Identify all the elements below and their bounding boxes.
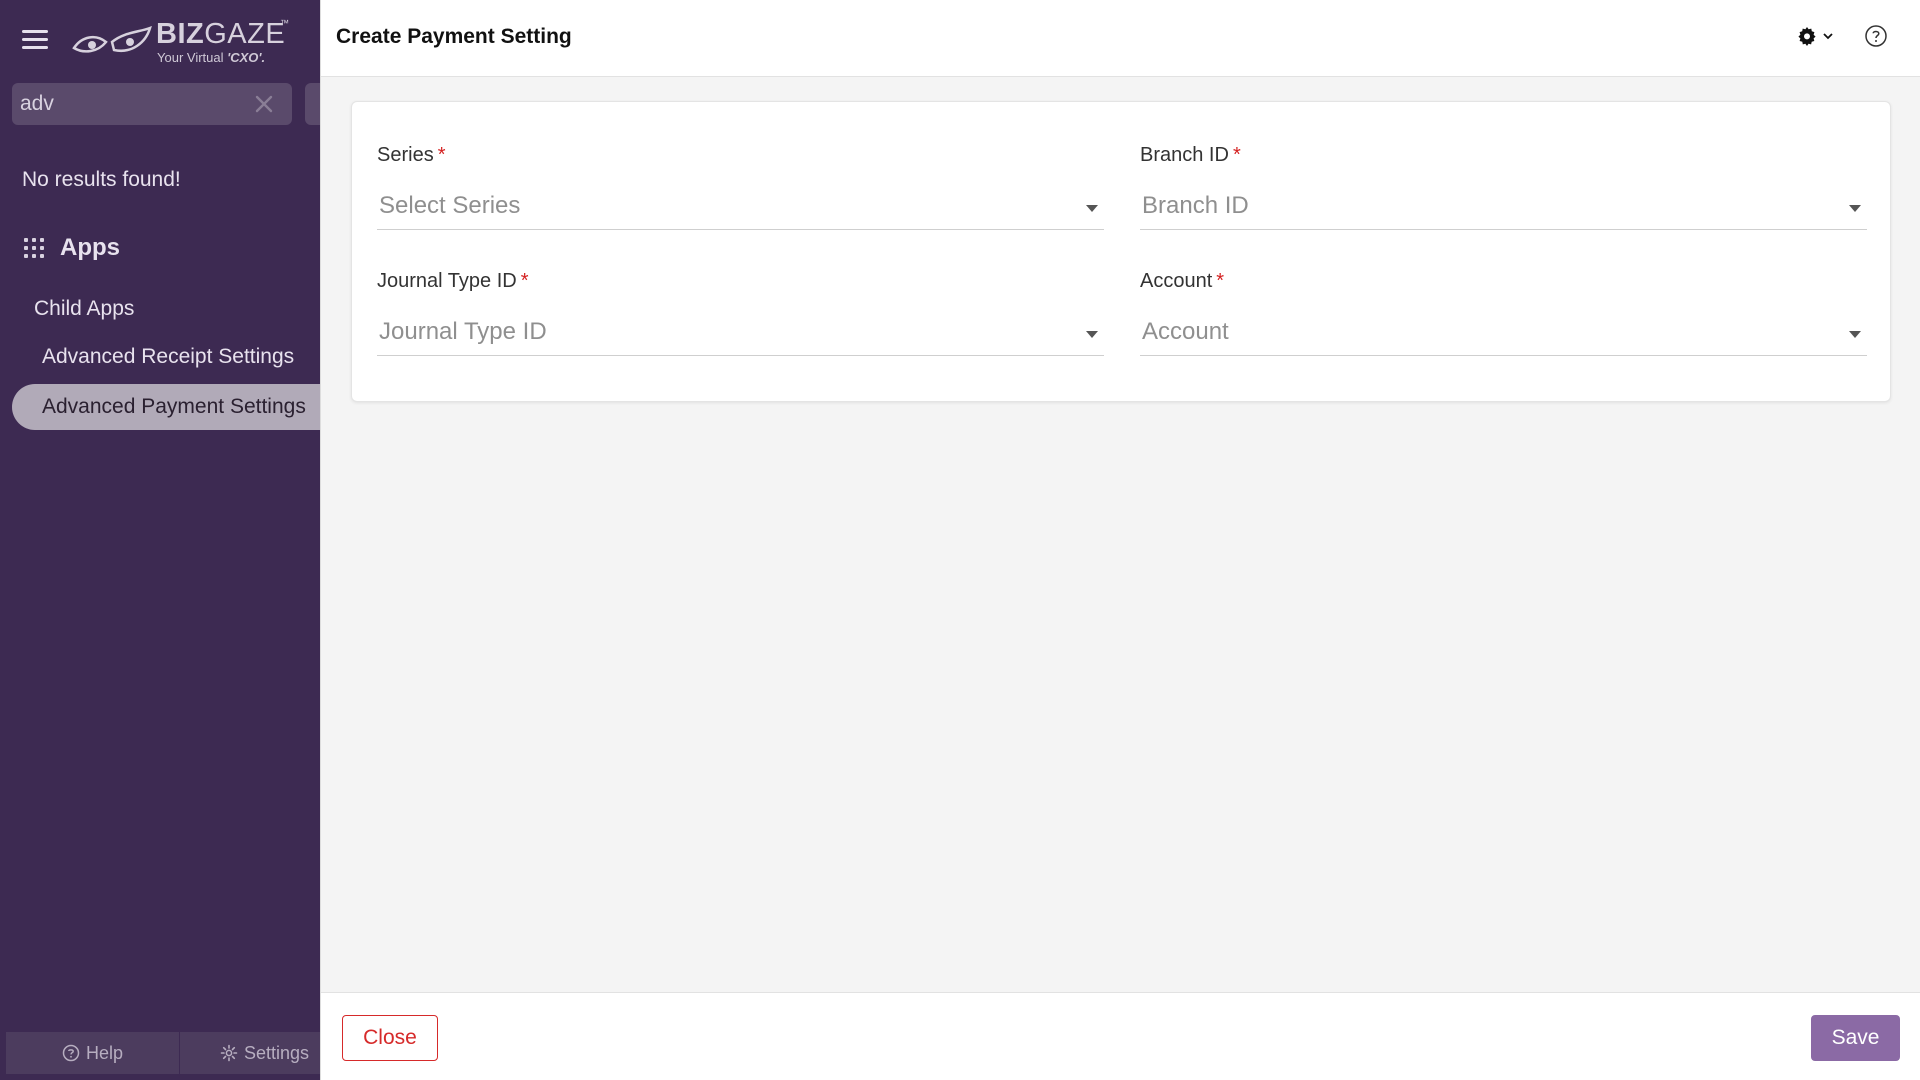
apps-label: Apps [60, 234, 120, 261]
logo-wordmark: BIZGAZE [156, 18, 286, 50]
account-field: Account * Account [1140, 270, 1867, 356]
sidebar-item-advanced-receipt-settings[interactable]: Advanced Receipt Settings [12, 334, 320, 380]
journal-type-id-label: Journal Type ID * [377, 270, 529, 292]
bizgaze-logo[interactable]: BIZGAZE ™ Your Virtual 'CXO'. [72, 18, 302, 68]
branch-id-select[interactable]: Branch ID [1140, 186, 1867, 230]
settings-label: Settings [244, 1042, 310, 1063]
required-marker: * [1232, 144, 1241, 166]
gear-icon [220, 1044, 238, 1062]
logo-trademark: ™ [280, 18, 289, 28]
journal-type-id-field: Journal Type ID * Journal Type ID [377, 270, 1104, 356]
sidebar-item-label: Advanced Receipt Settings [42, 345, 295, 368]
help-label: Help [85, 1042, 124, 1063]
series-label: Series * [377, 144, 446, 166]
series-placeholder: Select Series [379, 192, 521, 219]
apps-grid-icon [24, 238, 44, 258]
caret-down-icon [1849, 331, 1861, 338]
save-button[interactable]: Save [1811, 1015, 1900, 1061]
journal-type-id-placeholder: Journal Type ID [379, 318, 547, 345]
page-header: Create Payment Setting [321, 0, 1920, 77]
settings-dropdown[interactable] [1797, 26, 1835, 46]
settings-button[interactable]: Settings [180, 1032, 320, 1074]
page-title: Create Payment Setting [336, 25, 572, 48]
sidebar-footer: Help Settings [6, 1032, 320, 1074]
required-marker: * [520, 270, 529, 292]
payment-setting-form: Series * Select Series Branch ID * Branch … [351, 101, 1891, 402]
gear-icon [1798, 27, 1816, 46]
chevron-down-icon [1823, 33, 1833, 40]
account-label: Account * [1140, 270, 1225, 292]
sidebar-search [12, 83, 292, 125]
main-panel: Create Payment Setting Series * Select Se… [320, 0, 1920, 1080]
child-apps-label: Child Apps [34, 297, 135, 320]
search-button[interactable] [305, 83, 320, 125]
series-field: Series * Select Series [377, 144, 1104, 230]
sidebar-header: BIZGAZE ™ Your Virtual 'CXO'. [0, 0, 320, 80]
no-results-message: No results found! [22, 168, 181, 191]
apps-section-header[interactable]: Apps [24, 233, 120, 263]
sidebar: BIZGAZE ™ Your Virtual 'CXO'. No results… [0, 0, 320, 1080]
caret-down-icon [1086, 331, 1098, 338]
search-input[interactable] [20, 89, 240, 119]
question-circle-icon [62, 1044, 80, 1062]
caret-down-icon [1086, 205, 1098, 212]
branch-id-label: Branch ID * [1140, 144, 1241, 166]
branch-id-field: Branch ID * Branch ID [1140, 144, 1867, 230]
close-button[interactable]: Close [342, 1015, 438, 1061]
sidebar-item-advanced-payment-settings[interactable]: Advanced Payment Settings [12, 384, 320, 430]
menu-icon[interactable] [22, 30, 48, 52]
help-button[interactable]: Help [6, 1032, 180, 1074]
help-icon[interactable] [1864, 24, 1888, 48]
branch-id-placeholder: Branch ID [1142, 192, 1249, 219]
series-select[interactable]: Select Series [377, 186, 1104, 230]
journal-type-id-select[interactable]: Journal Type ID [377, 312, 1104, 356]
required-marker: * [437, 144, 446, 166]
logo-tagline: Your Virtual 'CXO'. [157, 50, 266, 65]
account-select[interactable]: Account [1140, 312, 1867, 356]
logo-eyes-icon [72, 26, 152, 53]
sidebar-item-label: Advanced Payment Settings [42, 395, 306, 418]
required-marker: * [1216, 270, 1225, 292]
close-icon[interactable] [252, 92, 276, 116]
account-placeholder: Account [1142, 318, 1229, 345]
form-footer: Close Save [321, 992, 1920, 1080]
caret-down-icon [1849, 205, 1861, 212]
